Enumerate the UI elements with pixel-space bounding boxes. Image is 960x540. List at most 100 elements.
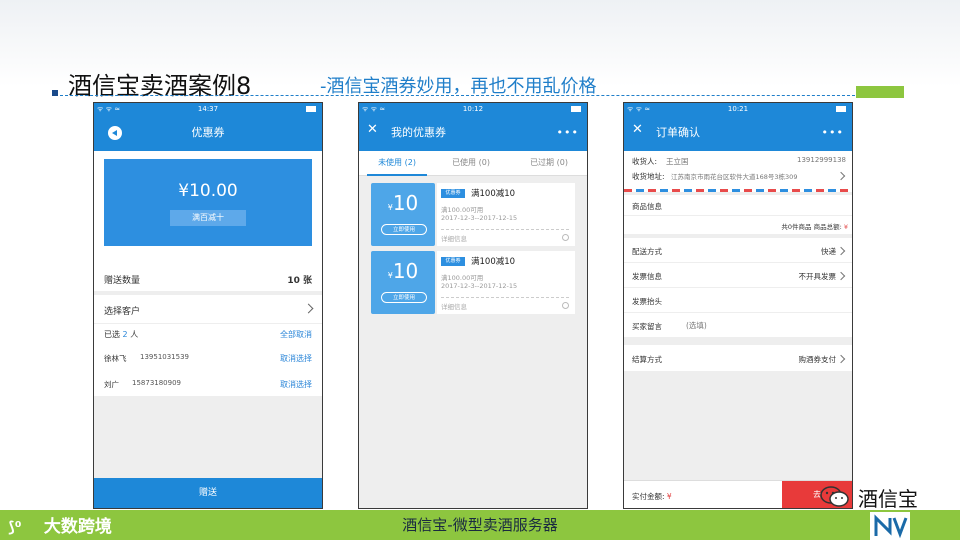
coupon-value: ¥10 [387,259,419,283]
coupon-card: ¥10.00 满百减十 [104,159,312,246]
delivery-label: 配送方式 [632,247,662,256]
invoice-value: 不开具发票 [798,272,837,281]
shipping-address-row[interactable]: 收货人: 王立国 13912999138 收货地址: 江苏南京市雨花台区软件大道… [624,151,852,189]
battery-icon [571,106,581,112]
coupon-info: 优惠券 满100减10 满100.00可用 2017-12-3--2017-12… [437,183,575,246]
gift-quantity-value: 10 张 [287,276,312,286]
invoice-label: 发票信息 [632,272,662,281]
delivery-row[interactable]: 配送方式 快递 [624,238,852,262]
title-bullet [52,90,58,96]
use-now-button[interactable]: 立即使用 [381,224,427,235]
goods-info-label: 商品信息 [632,202,662,211]
footer-caption: 酒信宝-微型卖酒服务器 [402,516,558,534]
title-accent-bar [856,86,904,98]
status-time: 10:12 [462,105,484,113]
coupon-validity: 2017-12-3--2017-12-15 [441,282,518,290]
deselect-customer-link[interactable]: 取消选择 [280,379,312,390]
status-bar: ᯤ ᯤ ≈ 14:37 [94,103,322,115]
receiver-label: 收货人: [632,157,658,166]
selected-count: 2 [122,330,128,339]
payment-method-row[interactable]: 结算方式 购酒券支付 [624,345,852,371]
invoice-title-label: 发票抬头 [632,297,662,306]
coupon-min-spend: 满100.00可用 [441,206,484,214]
page-title: 我的优惠券 [391,126,446,139]
coupon-details-link[interactable]: 详细信息 [441,297,569,311]
actual-pay-label: 实付金额: ¥ [632,492,672,501]
coupon-value-panel: ¥10 立即使用 [371,251,435,314]
close-icon[interactable]: ✕ [367,122,381,142]
coupon-tabs: 未使用 (2) 已使用 (0) 已过期 (0) [359,151,587,176]
coupon-item[interactable]: ¥10 立即使用 优惠券 满100减10 满100.00可用 2017-12-3… [371,251,575,314]
close-icon[interactable]: ✕ [632,122,646,142]
coupon-panel: ¥10.00 满百减十 [94,151,322,267]
checkout-bar: 实付金额: ¥ 去 [624,480,852,508]
deselect-customer-link[interactable]: 取消选择 [280,353,312,364]
customer-phone: 13951031539 [140,353,189,361]
chevron-right-icon [836,354,846,364]
receiver-name: 王立国 [666,157,689,166]
use-now-button[interactable]: 立即使用 [381,292,427,303]
coupon-info: 优惠券 满100减10 满100.00可用 2017-12-3--2017-12… [437,251,575,314]
buyer-message-label: 买家留言 [632,322,662,331]
status-time: 14:37 [197,105,219,113]
buyer-message-row[interactable]: 买家留言 (选填) [624,313,852,337]
more-icon[interactable]: ••• [557,126,579,139]
select-customer-row[interactable]: 选择客户 [94,295,322,323]
select-customer-label: 选择客户 [104,307,141,317]
customer-phone: 15873180909 [132,379,181,387]
wechat-brand-name: 酒信宝 [858,487,918,511]
gift-submit-button[interactable]: 赠送 [94,478,322,508]
nav-bar: ✕ 订单确认 ••• [624,115,852,151]
phone-my-coupons: ᯤ ᯤ ≈ 10:12 ✕ 我的优惠券 ••• 未使用 (2) 已使用 (0) … [358,102,588,509]
coupon-name: 满100减10 [471,257,516,267]
page-title: 优惠券 [191,126,225,139]
coupon-value: ¥10 [387,191,419,215]
customer-name: 刘广 [104,380,119,389]
coupon-tag: 优惠券 [441,189,465,198]
status-bar: ᯤ ᯤ ≈ 10:12 [359,103,587,115]
wechat-brand: 酒信宝 [820,485,930,511]
wechat-icon [820,486,849,507]
invoice-row[interactable]: 发票信息 不开具发票 [624,263,852,287]
nav-bar: ✕ 我的优惠券 ••• [359,115,587,151]
expand-icon [562,234,569,241]
coupon-item[interactable]: ¥10 立即使用 优惠券 满100减10 满100.00可用 2017-12-3… [371,183,575,246]
corner-logo-icon [870,512,910,540]
coupon-min-spend: 满100.00可用 [441,274,484,282]
coupon-name: 满100减10 [471,189,516,199]
tab-unused[interactable]: 未使用 (2) [367,151,427,176]
battery-icon [306,106,316,112]
address-value: 江苏南京市雨花台区软件大道168号3栋309 [671,173,798,181]
coupon-rule-badge: 满百减十 [170,210,246,226]
tab-used[interactable]: 已使用 (0) [441,151,501,176]
tab-expired[interactable]: 已过期 (0) [517,151,581,176]
phone-order-confirm: ᯤ ᯤ ≈ 10:21 ✕ 订单确认 ••• 收货人: 王立国 13912999… [623,102,853,509]
actual-pay-amount: ¥ [666,492,672,501]
cancel-all-link[interactable]: 全部取消 [280,329,312,340]
phone-coupon-gift: ᯤ ᯤ ≈ 14:37 优惠券 ¥10.00 满百减十 赠送数量 10 张 选择… [93,102,323,509]
buyer-message-input[interactable]: (选填) [686,320,707,331]
page-title: 订单确认 [656,126,700,139]
battery-icon [836,106,846,112]
more-icon[interactable]: ••• [822,126,844,139]
goods-summary-row: 共0件商品 商品总额: ¥ [624,216,852,234]
expand-icon [562,302,569,309]
chevron-right-icon [836,171,846,181]
selected-customers-list: 已选 2 人 全部取消 徐林飞 13951031539 取消选择 刘广 1587… [94,324,322,396]
chevron-right-icon [836,246,846,256]
coupon-value-panel: ¥10 立即使用 [371,183,435,246]
goods-info-row: 商品信息 [624,195,852,215]
nav-bar: 优惠券 [94,115,322,151]
chevron-right-icon [836,271,846,281]
status-time: 10:21 [727,105,749,113]
gift-quantity-row[interactable]: 赠送数量 10 张 [94,265,322,291]
address-label: 收货地址: [632,172,665,181]
invoice-title-row[interactable]: 发票抬头 [624,288,852,312]
selected-count-text: 已选 2 人 [104,330,139,339]
address-envelope-stripe [624,189,852,192]
customer-name: 徐林飞 [104,354,127,363]
coupon-details-link[interactable]: 详细信息 [441,229,569,243]
gift-quantity-label: 赠送数量 [104,276,141,286]
delivery-value: 快递 [821,247,836,256]
status-bar: ᯤ ᯤ ≈ 10:21 [624,103,852,115]
